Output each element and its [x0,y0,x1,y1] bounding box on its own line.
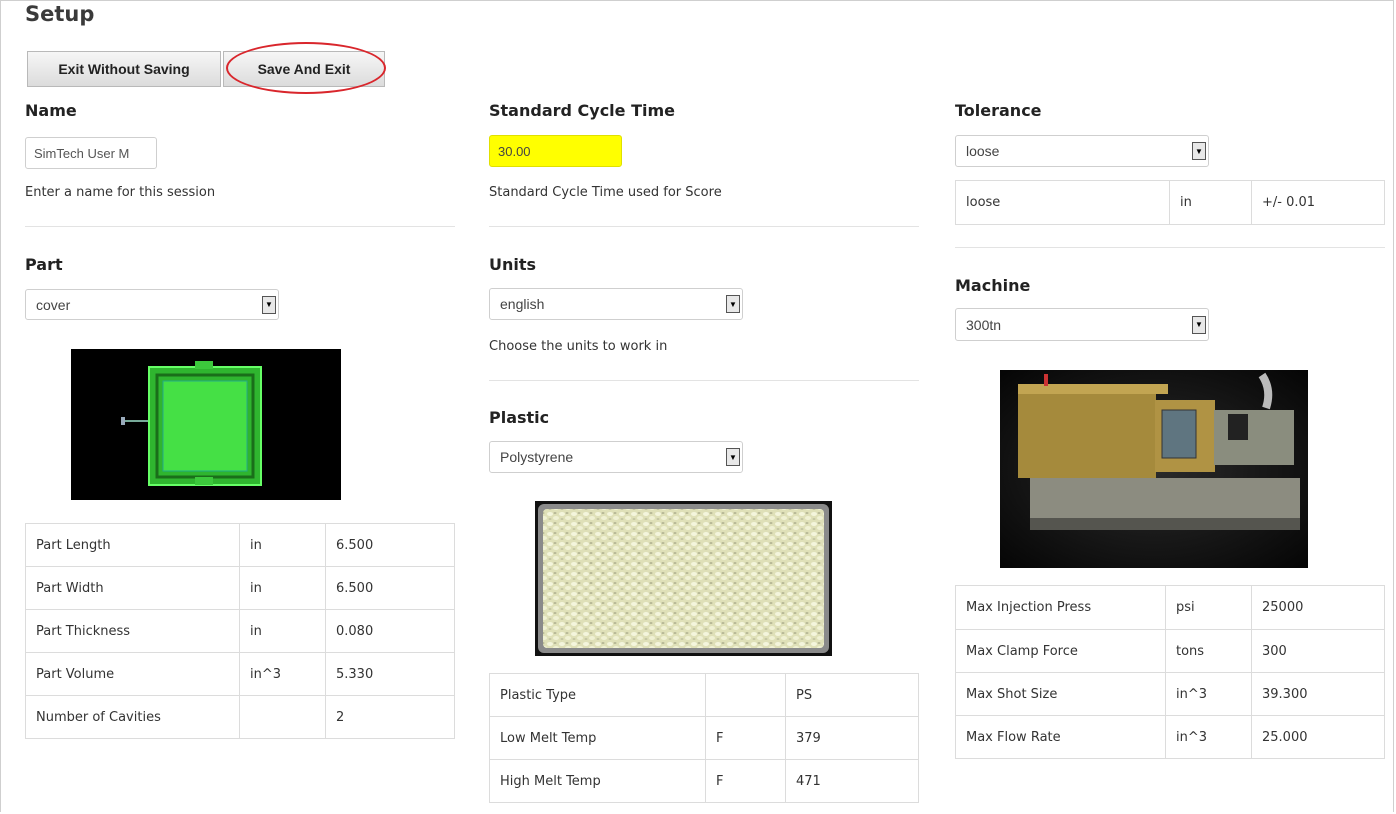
table-cell: 300 [1251,629,1385,673]
table-cell: 2 [325,695,455,739]
chevron-down-icon: ▼ [726,448,740,466]
name-help: Enter a name for this session [25,185,216,200]
table-cell: Part Thickness [25,609,240,653]
table-row: Part Volume in^3 5.330 [25,652,455,696]
table-cell: Max Flow Rate [955,715,1166,759]
table-cell: 471 [785,759,919,803]
plastic-pellets-graphic [538,504,829,653]
table-cell: +/- 0.01 [1251,180,1385,225]
table-cell: Part Volume [25,652,240,696]
divider [489,226,919,227]
table-cell: in [239,609,326,653]
table-cell: loose [966,195,1001,210]
table-cell: in [239,523,326,567]
plastic-table: Plastic Type PS Low Melt Temp F 379 High… [489,673,919,803]
units-label: Units [489,255,537,274]
table-cell: psi [1165,585,1252,630]
table-cell: Part Width [25,566,240,610]
machine-select-value: 300tn [966,316,1002,333]
cycle-time-label: Standard Cycle Time [489,101,676,120]
chevron-down-icon: ▼ [726,295,740,313]
part-cover-graphic [121,361,262,486]
table-cell [705,673,786,717]
plastic-select-value: Polystyrene [500,449,574,465]
exit-without-saving-button[interactable]: Exit Without Saving [27,51,221,87]
part-table: Part Length in 6.500 Part Width in 6.500… [25,523,455,739]
table-row: Part Thickness in 0.080 [25,609,455,653]
chevron-down-icon: ▼ [262,295,276,314]
table-cell: in^3 [239,652,326,696]
injection-machine-graphic [1018,372,1300,530]
name-label: Name [25,101,77,120]
table-cell: in [1169,180,1252,225]
table-cell: 39.300 [1251,672,1385,716]
table-cell: Max Clamp Force [955,629,1166,673]
table-cell: in^3 [1165,715,1252,759]
machine-select[interactable]: 300tn ▼ [955,308,1209,341]
table-cell: 6.500 [325,566,455,610]
table-row: Max Flow Rate in^3 25.000 [955,715,1385,759]
units-select-value: english [500,296,545,312]
table-cell: 0.080 [325,609,455,653]
table-cell: High Melt Temp [489,759,706,803]
part-label: Part [25,255,63,274]
save-and-exit-button[interactable]: Save And Exit [223,51,385,87]
table-cell: tons [1165,629,1252,673]
plastic-select[interactable]: Polystyrene ▼ [489,441,743,473]
part-image [71,349,341,500]
table-row: Plastic Type PS [490,673,919,717]
page-title: Setup [25,2,95,26]
table-cell: Low Melt Temp [489,716,706,760]
table-cell: F [705,759,786,803]
table-cell: 5.330 [325,652,455,696]
tolerance-label: Tolerance [955,101,1042,120]
table-cell: Number of Cavities [25,695,240,739]
table-cell: F [705,716,786,760]
table-row: Low Melt Temp F 379 [489,716,919,760]
table-cell [239,695,326,739]
machine-label: Machine [955,276,1031,295]
units-select[interactable]: english ▼ [489,288,743,320]
tolerance-select[interactable]: loose ▼ [955,135,1209,167]
table-cell: in [239,566,326,610]
cycle-time-input[interactable]: 30.00 [489,135,622,167]
divider [955,247,1385,248]
part-select[interactable]: cover ▼ [25,289,279,320]
table-cell: in^3 [1165,672,1252,716]
plastic-label: Plastic [489,408,550,427]
tolerance-select-value: loose [966,143,1000,159]
table-cell: Max Shot Size [955,672,1166,716]
units-help: Choose the units to work in [489,339,668,354]
part-select-value: cover [36,296,71,313]
machine-table: Max Injection Press psi 25000 Max Clamp … [955,585,1385,759]
name-input[interactable]: SimTech User M [25,137,157,169]
chevron-down-icon: ▼ [1192,142,1206,160]
table-cell: 25.000 [1251,715,1385,759]
table-cell: 379 [785,716,919,760]
table-cell: 6.500 [325,523,455,567]
table-row: loose in +/- 0.01 [956,180,1385,225]
table-cell: Plastic Type [500,687,577,703]
table-cell: PS [785,673,919,717]
table-cell: 25000 [1251,585,1385,630]
table-row: Number of Cavities 2 [25,695,455,739]
divider [489,380,919,381]
tolerance-table: loose in +/- 0.01 [955,180,1385,225]
table-row: Part Width in 6.500 [25,566,455,610]
divider [25,226,455,227]
chevron-down-icon: ▼ [1192,315,1206,334]
cycle-time-help: Standard Cycle Time used for Score [489,185,722,200]
table-cell: Max Injection Press [966,600,1092,615]
table-row: Max Shot Size in^3 39.300 [955,672,1385,716]
table-row: Max Injection Press psi 25000 [956,585,1385,630]
machine-image [1000,370,1308,568]
table-row: Part Length in 6.500 [26,523,455,567]
plastic-image [535,501,832,656]
table-row: Max Clamp Force tons 300 [955,629,1385,673]
table-row: High Melt Temp F 471 [489,759,919,803]
table-cell: Part Length [36,537,111,553]
